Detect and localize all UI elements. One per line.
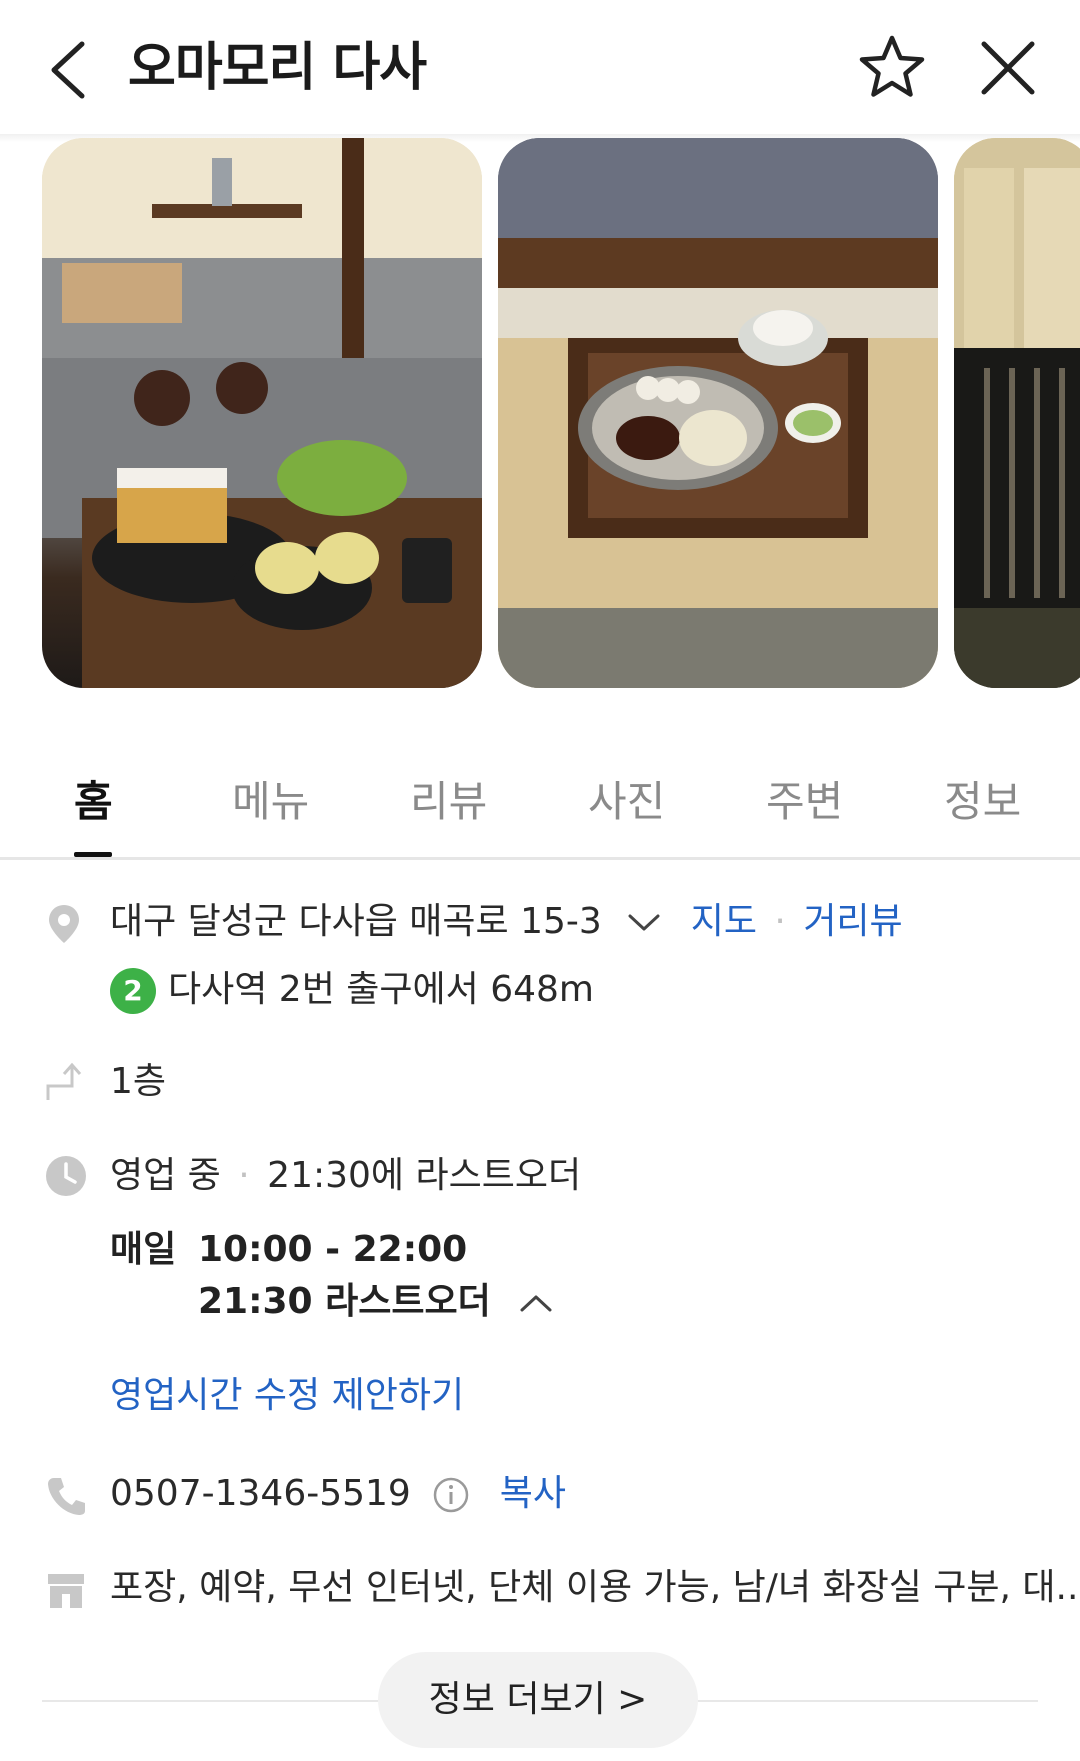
photo-illustration <box>42 138 482 688</box>
clock-icon <box>46 1156 86 1196</box>
copy-phone-button[interactable]: 복사 <box>500 1473 566 1514</box>
more-info-button[interactable]: 정보 더보기 > <box>378 1652 698 1748</box>
last-order-detail-row: 21:30 라스트오더 <box>198 1278 553 1326</box>
close-icon <box>981 41 1035 95</box>
top-app-bar: 오마모리 다사 <box>0 0 1080 138</box>
amenities-text: 포장, 예약, 무선 인터넷, 단체 이용 가능, 남/녀 화장실 구분, 대.… <box>110 1567 1080 1608</box>
tab-menu[interactable]: 메뉴 <box>232 768 309 829</box>
page-title: 오마모리 다사 <box>128 38 427 98</box>
photo-carousel[interactable] <box>0 138 1080 688</box>
last-order-detail: 21:30 라스트오더 <box>198 1281 491 1322</box>
back-button[interactable] <box>34 30 114 110</box>
street-view-link[interactable]: 거리뷰 <box>803 901 902 942</box>
tab-nearby[interactable]: 주변 <box>766 768 843 829</box>
chevron-down-icon[interactable] <box>627 913 661 933</box>
photo-illustration <box>498 138 938 688</box>
place-photo-3[interactable] <box>954 138 1080 688</box>
floor-text: 1층 <box>110 1061 167 1102</box>
store-icon <box>48 1574 84 1608</box>
place-photo-2[interactable] <box>498 138 938 688</box>
tab-reviews[interactable]: 리뷰 <box>410 768 487 829</box>
close-button[interactable] <box>968 28 1048 108</box>
separator-dot: · <box>774 901 786 942</box>
tab-home[interactable]: 홈 <box>74 768 113 829</box>
photo-illustration <box>954 138 1080 688</box>
last-order-summary: 21:30에 라스트오더 <box>267 1155 582 1196</box>
subway-directions: 다사역 2번 출구에서 648m <box>168 969 594 1010</box>
chevron-left-icon <box>51 41 85 99</box>
tab-info[interactable]: 정보 <box>944 768 1021 829</box>
place-photo-1[interactable] <box>42 138 482 688</box>
phone-icon <box>48 1478 85 1515</box>
suggest-hours-edit-link[interactable]: 영업시간 수정 제안하기 <box>110 1372 464 1420</box>
open-status: 영업 중 <box>110 1155 221 1196</box>
phone-row: 0507-1346-5519 복사 <box>110 1470 566 1518</box>
hours-time: 10:00 - 22:00 <box>198 1229 468 1270</box>
location-pin-icon <box>49 905 79 943</box>
address-row: 대구 달성군 다사읍 매곡로 15-3 지도 · 거리뷰 <box>110 898 903 946</box>
hours-day: 매일 <box>110 1229 177 1270</box>
chevron-up-icon[interactable] <box>519 1293 553 1313</box>
tab-photos[interactable]: 사진 <box>588 768 665 829</box>
star-outline-icon <box>859 35 925 97</box>
map-link[interactable]: 지도 <box>691 901 757 942</box>
address-text: 대구 달성군 다사읍 매곡로 15-3 <box>110 901 602 942</box>
floor-stairs-icon <box>46 1062 82 1100</box>
hours-status-row: 영업 중 · 21:30에 라스트오더 <box>110 1152 581 1200</box>
separator-dot: · <box>238 1155 250 1196</box>
subway-line-badge: 2 <box>110 968 156 1014</box>
tabs-divider <box>0 857 1080 860</box>
info-icon[interactable] <box>432 1476 470 1514</box>
phone-number[interactable]: 0507-1346-5519 <box>110 1473 411 1514</box>
favorite-button[interactable] <box>852 28 932 108</box>
tab-bar: 홈 메뉴 리뷰 사진 주변 정보 <box>0 746 1080 856</box>
